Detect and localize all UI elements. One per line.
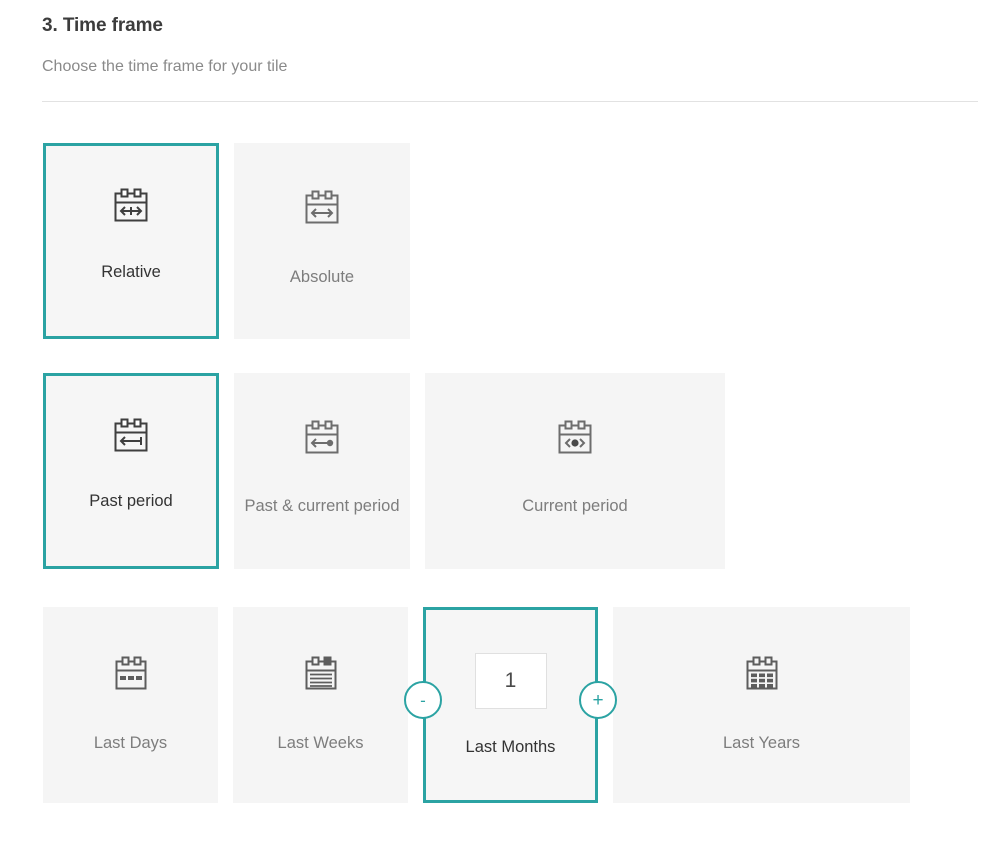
tile-current-period[interactable]: Current period bbox=[425, 373, 725, 569]
calendar-grid-icon bbox=[740, 653, 784, 702]
time-frame-unit-row: Last Days Last Weeks - 1 + L bbox=[43, 607, 925, 803]
calendar-center-dot-arrows-icon bbox=[553, 418, 597, 465]
tile-label: Last Days bbox=[46, 732, 215, 755]
tile-last-years[interactable]: Last Years bbox=[613, 607, 910, 803]
tile-label: Absolute bbox=[237, 266, 407, 289]
calendar-double-arrow-tick-icon bbox=[109, 186, 153, 233]
calendar-dots-row-icon bbox=[109, 653, 153, 702]
tile-label: Last Years bbox=[616, 732, 907, 755]
tile-relative[interactable]: Relative bbox=[43, 143, 219, 339]
header-divider bbox=[42, 101, 978, 102]
time-frame-mode-row: Relative Absolute bbox=[43, 143, 425, 339]
page-subtitle: Choose the time frame for your tile bbox=[42, 58, 287, 76]
tile-past-period[interactable]: Past period bbox=[43, 373, 219, 569]
tile-label: Relative bbox=[46, 261, 216, 284]
stepper-increment-button[interactable]: + bbox=[579, 681, 617, 719]
tile-last-weeks[interactable]: Last Weeks bbox=[233, 607, 408, 803]
calendar-left-arrow-dot-icon bbox=[300, 418, 344, 465]
time-frame-step: 3. Time frame Choose the time frame for … bbox=[0, 0, 1004, 857]
page-title: 3. Time frame bbox=[42, 15, 163, 37]
tile-absolute[interactable]: Absolute bbox=[234, 143, 410, 339]
tile-label: Last Weeks bbox=[236, 732, 405, 755]
tile-last-months[interactable]: - 1 + Last Months bbox=[423, 607, 598, 803]
tile-label: Last Months bbox=[426, 736, 595, 759]
tile-label: Past period bbox=[46, 490, 216, 513]
stepper-value[interactable]: 1 bbox=[475, 653, 547, 709]
tile-label: Current period bbox=[428, 495, 722, 518]
tile-last-days[interactable]: Last Days bbox=[43, 607, 218, 803]
tile-label: Past & current period bbox=[237, 495, 407, 518]
calendar-double-arrow-icon bbox=[300, 188, 344, 235]
calendar-left-arrow-icon bbox=[109, 416, 153, 463]
calendar-lines-icon bbox=[299, 653, 343, 702]
stepper-decrement-button[interactable]: - bbox=[404, 681, 442, 719]
time-frame-period-row: Past period Past & current period bbox=[43, 373, 740, 569]
tile-past-and-current-period[interactable]: Past & current period bbox=[234, 373, 410, 569]
